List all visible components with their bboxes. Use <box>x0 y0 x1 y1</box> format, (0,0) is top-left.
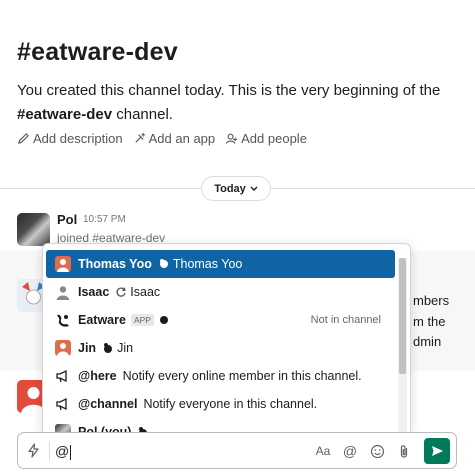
mention-description: Notify everyone in this channel. <box>143 397 318 411</box>
message-input-value: @ <box>55 443 70 459</box>
not-in-channel-note: Not in channel <box>310 314 381 326</box>
mention-option-here[interactable]: @here Notify every online member in this… <box>46 362 395 390</box>
mention-autocomplete-popup: Thomas Yoo Thomas Yoo Isaac Isaac Eatwar… <box>42 243 411 437</box>
add-people-button[interactable]: Add people <box>225 131 307 146</box>
shortcuts-bolt-icon[interactable] <box>26 443 41 458</box>
emoji-button[interactable] <box>368 442 386 460</box>
message-composer: @ Aa @ <box>17 432 457 469</box>
status-emoji-icon <box>158 258 170 270</box>
background-text-fragment: m the <box>413 314 446 329</box>
date-divider-button[interactable]: Today <box>201 176 271 201</box>
add-people-label: Add people <box>241 131 307 146</box>
add-app-label: Add an app <box>148 131 216 146</box>
add-description-button[interactable]: Add description <box>17 131 123 146</box>
popup-scrollbar-thumb[interactable] <box>399 258 406 374</box>
status-emoji-icon <box>102 342 114 354</box>
pencil-icon <box>17 133 29 145</box>
megaphone-icon <box>55 368 71 384</box>
mention-button[interactable]: @ <box>341 442 359 460</box>
app-badge: APP <box>130 314 154 326</box>
add-app-button[interactable]: Add an app <box>133 131 216 146</box>
chevron-down-icon <box>250 186 258 191</box>
channel-title: #eatware-dev <box>17 38 178 66</box>
avatar <box>55 340 71 356</box>
background-text-fragment: dmin <box>413 334 442 349</box>
message-timestamp[interactable]: 10:57 PM <box>83 214 126 225</box>
mention-option-jin[interactable]: Jin Jin <box>46 334 395 362</box>
date-label: Today <box>214 182 246 195</box>
mention-option-channel[interactable]: @channel Notify everyone in this channel… <box>46 390 395 418</box>
mention-description: Notify every online member in this chann… <box>122 369 362 383</box>
send-button[interactable] <box>424 438 450 464</box>
attach-icon <box>400 444 408 458</box>
send-icon <box>431 446 443 456</box>
message-input[interactable]: @ <box>55 443 72 460</box>
avatar <box>55 256 71 272</box>
mention-realname: Thomas Yoo <box>172 257 243 271</box>
presence-indicator <box>159 316 168 324</box>
mention-username: Eatware <box>78 313 126 327</box>
message-author[interactable]: Pol <box>57 212 77 227</box>
emoji-icon <box>370 444 384 458</box>
intro-suffix: channel. <box>112 106 173 123</box>
mention-realname: Isaac <box>130 285 161 299</box>
mention-option-eatware[interactable]: Eatware APP Not in channel <box>46 306 395 334</box>
mention-username: Thomas Yoo <box>78 257 152 271</box>
intro-prefix: You created this channel today. This is … <box>17 82 441 99</box>
channel-intro: You created this channel today. This is … <box>17 79 462 127</box>
text-caret <box>70 444 72 460</box>
mention-username: Jin <box>78 341 97 355</box>
add-person-icon <box>225 133 238 144</box>
intro-channel-name[interactable]: #eatware-dev <box>17 106 112 123</box>
mention-option-thomas-yoo[interactable]: Thomas Yoo Thomas Yoo <box>46 250 395 278</box>
attach-button[interactable] <box>395 442 413 460</box>
refresh-status-icon <box>115 286 127 298</box>
mention-realname: Jin <box>117 341 134 355</box>
mention-option-isaac[interactable]: Isaac Isaac <box>46 278 395 306</box>
avatar[interactable] <box>17 213 50 246</box>
mention-username: @here <box>78 369 117 383</box>
background-text-fragment: mbers <box>413 293 450 308</box>
composer-divider <box>49 441 50 461</box>
add-description-label: Add description <box>33 131 123 146</box>
eatware-app-icon <box>55 312 71 328</box>
avatar <box>55 284 71 300</box>
mention-username: Isaac <box>78 285 110 299</box>
channel-actions: Add description Add an app Add people <box>17 131 307 146</box>
megaphone-icon <box>55 396 71 412</box>
mention-username: @channel <box>78 397 138 411</box>
add-app-icon <box>135 132 145 143</box>
formatting-button[interactable]: Aa <box>314 442 332 460</box>
